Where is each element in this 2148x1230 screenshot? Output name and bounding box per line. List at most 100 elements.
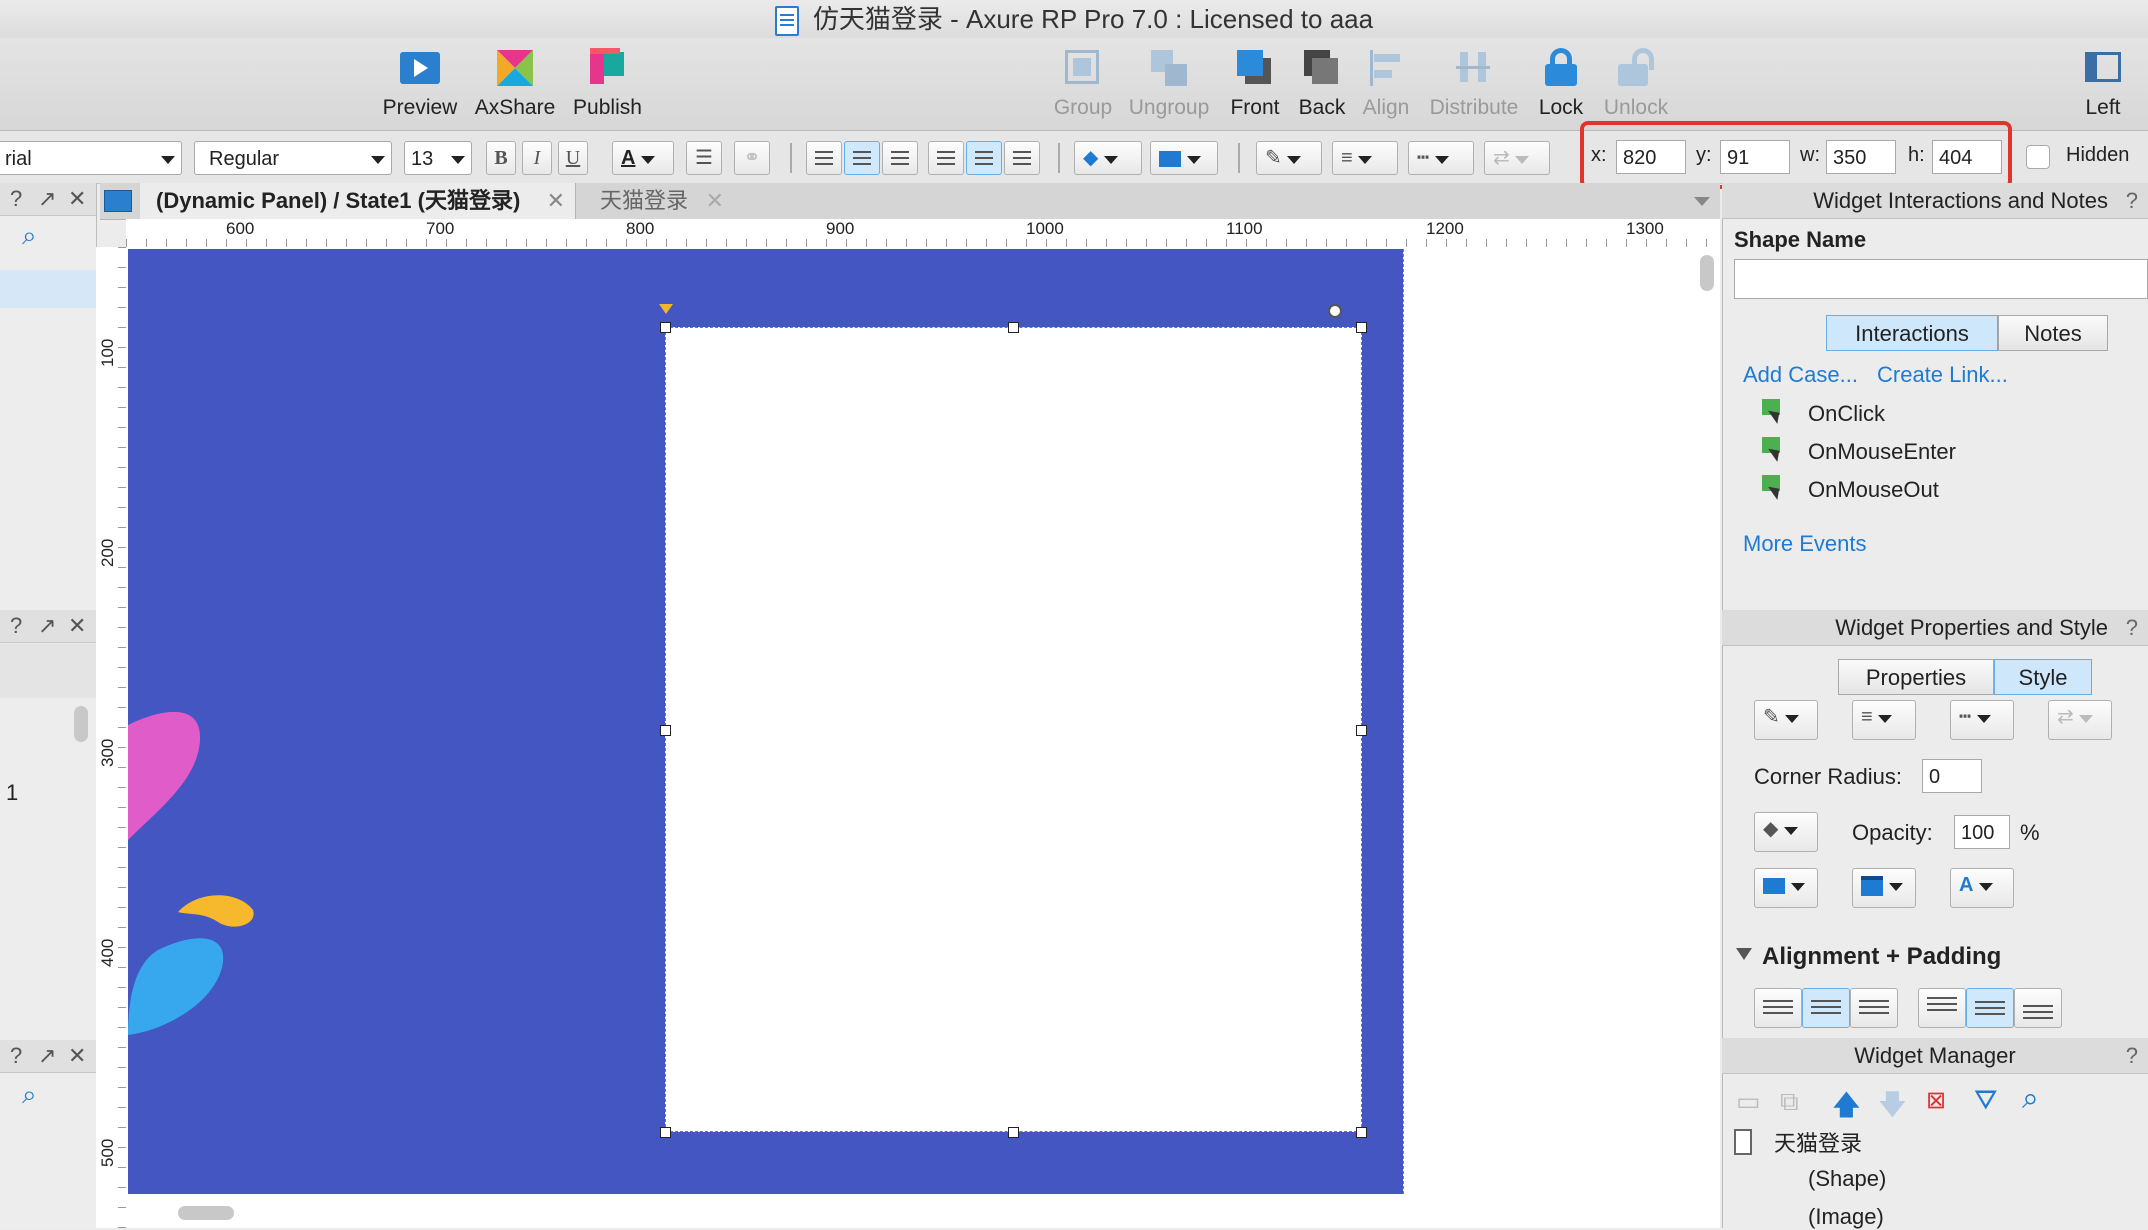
text-shadow-button[interactable]: A xyxy=(1950,868,2014,908)
event-onmouseout[interactable]: OnMouseOut xyxy=(1808,477,1939,503)
popout-icon[interactable]: ↗ xyxy=(38,613,56,639)
align-center-button[interactable] xyxy=(844,141,880,175)
back-button[interactable]: Back xyxy=(1292,42,1352,126)
move-down-icon[interactable]: 🡇 xyxy=(1878,1084,1907,1132)
group-button[interactable]: Group xyxy=(1050,42,1116,126)
hidden-checkbox[interactable] xyxy=(2026,145,2050,169)
valign-top-button[interactable] xyxy=(928,141,964,175)
left-panel-toggle[interactable]: Left xyxy=(2070,42,2136,126)
help-icon[interactable]: ? xyxy=(2126,610,2138,646)
close-icon[interactable]: ✕ xyxy=(68,613,86,639)
lock-button[interactable]: Lock xyxy=(1530,42,1592,126)
align-left-button[interactable] xyxy=(806,141,842,175)
publish-button[interactable]: Publish xyxy=(565,42,650,126)
align-left-button[interactable] xyxy=(1754,988,1802,1028)
line-width-button[interactable]: ≡ xyxy=(1332,141,1398,175)
outer-shadow-button[interactable] xyxy=(1754,868,1818,908)
w-input[interactable]: 350 xyxy=(1826,140,1896,174)
distribute-button[interactable]: Distribute xyxy=(1424,42,1524,126)
search-icon[interactable]: ⌕ xyxy=(22,220,37,252)
copy-icon[interactable]: ⧉ xyxy=(1780,1086,1799,1118)
border-color-button[interactable]: ✎ xyxy=(1256,141,1322,175)
border-color-button[interactable]: ✎ xyxy=(1754,700,1818,740)
tab-notes[interactable]: Notes xyxy=(1998,315,2108,351)
tab-dynamic-panel-state[interactable]: (Dynamic Panel) / State1 (天猫登录) ✕ xyxy=(140,183,576,219)
delete-icon[interactable]: ⊠ xyxy=(1926,1086,1946,1115)
tree-item-page[interactable]: 天猫登录 xyxy=(1774,1126,1862,1158)
popout-icon[interactable]: ↗ xyxy=(38,186,56,212)
help-icon[interactable]: ? xyxy=(10,186,22,212)
event-onmouseenter[interactable]: OnMouseEnter xyxy=(1808,439,1956,465)
horizontal-scrollbar-thumb[interactable] xyxy=(178,1206,234,1220)
resize-handle-sw[interactable] xyxy=(660,1127,671,1138)
line-pattern-button[interactable]: ┅ xyxy=(1950,700,2014,740)
tab-interactions[interactable]: Interactions xyxy=(1826,315,1998,351)
font-family-select[interactable]: rial xyxy=(0,141,182,175)
resize-handle-se[interactable] xyxy=(1356,1127,1367,1138)
close-icon[interactable]: ✕ xyxy=(547,183,565,219)
valign-top-button[interactable] xyxy=(1918,988,1966,1028)
align-center-button[interactable] xyxy=(1802,988,1850,1028)
search-icon[interactable]: ⌕ xyxy=(2022,1082,2039,1116)
create-link-link[interactable]: Create Link... xyxy=(1877,362,2008,388)
line-pattern-button[interactable]: ┅ xyxy=(1408,141,1474,175)
link-button[interactable]: ⚭ xyxy=(734,141,770,175)
help-icon[interactable]: ? xyxy=(2126,1038,2138,1074)
vertical-scrollbar-thumb[interactable] xyxy=(1700,255,1714,291)
help-icon[interactable]: ? xyxy=(2126,183,2138,219)
h-input[interactable]: 404 xyxy=(1932,140,2002,174)
line-width-button[interactable]: ≡ xyxy=(1852,700,1916,740)
font-color-button[interactable]: A xyxy=(612,141,674,175)
bold-button[interactable]: B xyxy=(486,141,516,175)
page-tree-selected-row[interactable] xyxy=(0,270,96,308)
resize-handle-e[interactable] xyxy=(1356,725,1367,736)
fill-color-button[interactable]: ◆ xyxy=(1074,141,1142,175)
align-right-button[interactable] xyxy=(882,141,918,175)
resize-handle-w[interactable] xyxy=(660,725,671,736)
ungroup-button[interactable]: Ungroup xyxy=(1124,42,1214,126)
align-right-button[interactable] xyxy=(1850,988,1898,1028)
font-size-select[interactable]: 13 xyxy=(404,141,472,175)
unlock-button[interactable]: Unlock xyxy=(1596,42,1676,126)
collapse-triangle-icon[interactable] xyxy=(1736,948,1752,960)
connection-point-icon[interactable] xyxy=(659,304,673,314)
scrollbar-thumb[interactable] xyxy=(74,706,88,742)
arrow-style-button[interactable]: ⇄ xyxy=(1484,141,1550,175)
tab-style[interactable]: Style xyxy=(1994,659,2092,695)
new-folder-icon[interactable]: ▭ xyxy=(1736,1086,1761,1117)
y-input[interactable]: 91 xyxy=(1720,140,1790,174)
fill-color-button[interactable]: ◆ xyxy=(1754,812,1818,852)
inner-shadow-button[interactable] xyxy=(1852,868,1916,908)
tree-item-shape[interactable]: (Shape) xyxy=(1808,1166,1886,1192)
close-icon[interactable]: ✕ xyxy=(68,1043,86,1069)
resize-handle-s[interactable] xyxy=(1008,1127,1019,1138)
shadow-button[interactable] xyxy=(1150,141,1218,175)
italic-button[interactable]: I xyxy=(522,141,552,175)
more-events-link[interactable]: More Events xyxy=(1743,531,1867,557)
underline-button[interactable]: U xyxy=(558,141,588,175)
valign-middle-button[interactable] xyxy=(966,141,1002,175)
preview-button[interactable]: Preview xyxy=(376,42,464,126)
add-case-link[interactable]: Add Case... xyxy=(1743,362,1858,388)
close-icon[interactable]: ✕ xyxy=(706,183,724,219)
popout-icon[interactable]: ↗ xyxy=(38,1043,56,1069)
front-button[interactable]: Front xyxy=(1222,42,1288,126)
x-input[interactable]: 820 xyxy=(1616,140,1686,174)
opacity-input[interactable]: 100 xyxy=(1954,815,2010,849)
tree-item-image[interactable]: (Image) xyxy=(1808,1204,1884,1230)
resize-handle-ne[interactable] xyxy=(1356,322,1367,333)
corner-radius-handle[interactable] xyxy=(1328,304,1342,318)
close-icon[interactable]: ✕ xyxy=(68,186,86,212)
search-icon[interactable]: ⌕ xyxy=(22,1079,37,1111)
help-icon[interactable]: ? xyxy=(10,1043,22,1069)
filter-icon[interactable]: ⛛ xyxy=(1974,1084,1998,1117)
axshare-button[interactable]: AxShare xyxy=(470,42,560,126)
resize-handle-n[interactable] xyxy=(1008,322,1019,333)
valign-middle-button[interactable] xyxy=(1966,988,2014,1028)
help-icon[interactable]: ? xyxy=(10,613,22,639)
valign-bottom-button[interactable] xyxy=(2014,988,2062,1028)
tab-properties[interactable]: Properties xyxy=(1838,659,1994,695)
align-button[interactable]: Align xyxy=(1356,42,1416,126)
font-style-select[interactable]: Regular xyxy=(194,141,392,175)
bullet-list-button[interactable]: ☰ xyxy=(686,141,722,175)
